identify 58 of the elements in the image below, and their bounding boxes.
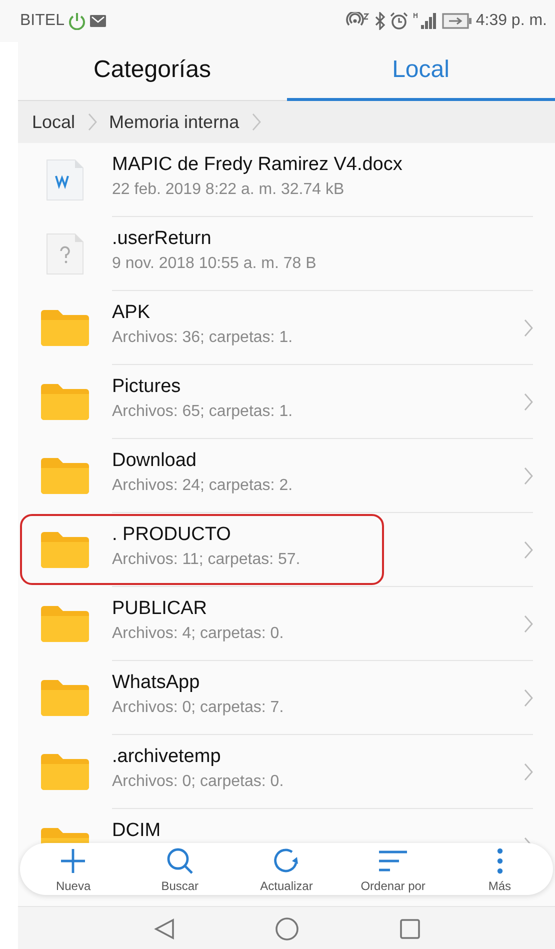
- tab[interactable]: Categorías: [18, 42, 286, 101]
- file-details: Archivos: 24; carpetas: 2.: [112, 476, 293, 496]
- file-name[interactable]: WhatsApp: [112, 671, 200, 695]
- folder-icon: [41, 384, 89, 420]
- file-details: Archivos: 4; carpetas: 0.: [112, 624, 284, 644]
- alarm-icon: [390, 12, 408, 30]
- more-icon: [494, 846, 505, 876]
- folder-icon: [41, 680, 89, 716]
- signal-icon: [412, 12, 438, 30]
- toolbar-button[interactable]: Nueva: [25, 846, 122, 892]
- chevron-right-icon: [523, 762, 533, 782]
- word-document-icon: [46, 159, 84, 201]
- file-name[interactable]: APK: [112, 301, 150, 325]
- folder-icon: [41, 606, 89, 642]
- file-name[interactable]: Pictures: [112, 375, 181, 399]
- file-details: 22 feb. 2019 8:22 a. m. 32.74 kB: [112, 180, 344, 200]
- breadcrumb-link[interactable]: Local: [32, 112, 76, 132]
- toolbar-button[interactable]: Buscar: [132, 846, 228, 892]
- file-details: Archivos: 11; carpetas: 57.: [112, 550, 300, 570]
- toolbar-button[interactable]: Ordenar por: [345, 846, 442, 892]
- chevron-right-icon: [251, 112, 262, 132]
- file-name[interactable]: .archivetemp: [112, 745, 221, 769]
- file-details: 9 nov. 2018 10:55 a. m. 78 B: [112, 254, 316, 274]
- chevron-right-icon: [87, 112, 98, 132]
- toolbar-button[interactable]: Actualizar: [238, 846, 334, 892]
- file-name[interactable]: PUBLICAR: [112, 597, 208, 621]
- file-details: Archivos: 65; carpetas: 1.: [112, 402, 293, 422]
- file-details: Archivos: 0; carpetas: 7.: [112, 698, 284, 718]
- chevron-right-icon: [523, 540, 533, 560]
- chevron-right-icon: [523, 688, 533, 708]
- folder-icon: [41, 754, 89, 790]
- file-name[interactable]: . PRODUCTO: [112, 523, 231, 547]
- home-icon[interactable]: [274, 917, 298, 941]
- file-name[interactable]: Download: [112, 449, 196, 473]
- file-name[interactable]: MAPIC de Fredy Ramirez V4.docx: [112, 153, 402, 177]
- clock-time: 4:39 p. m.: [476, 12, 547, 30]
- carrier-name: BITEL: [20, 12, 64, 30]
- folder-icon: [41, 458, 89, 494]
- power-icon: [68, 12, 86, 30]
- chevron-right-icon: [523, 318, 533, 338]
- recents-icon[interactable]: [398, 918, 420, 940]
- toolbar-button[interactable]: Más: [452, 846, 548, 892]
- mail-icon: [90, 15, 106, 27]
- bluetooth-icon: [374, 12, 386, 30]
- chevron-right-icon: [523, 614, 533, 634]
- breadcrumb-link[interactable]: Memoria interna: [109, 112, 240, 132]
- file-name[interactable]: DCIM: [112, 819, 161, 843]
- unknown-file-icon: [46, 233, 84, 275]
- chevron-right-icon: [523, 392, 533, 412]
- file-details: Archivos: 36; carpetas: 1.: [112, 328, 293, 348]
- back-icon[interactable]: [152, 918, 174, 940]
- folder-icon: [41, 532, 89, 568]
- folder-icon: [41, 310, 89, 346]
- file-name[interactable]: .userReturn: [112, 227, 212, 251]
- battery-icon: [442, 13, 472, 29]
- chevron-right-icon: [523, 466, 533, 486]
- search-icon: [164, 846, 195, 876]
- file-details: Archivos: 0; carpetas: 0.: [112, 772, 284, 792]
